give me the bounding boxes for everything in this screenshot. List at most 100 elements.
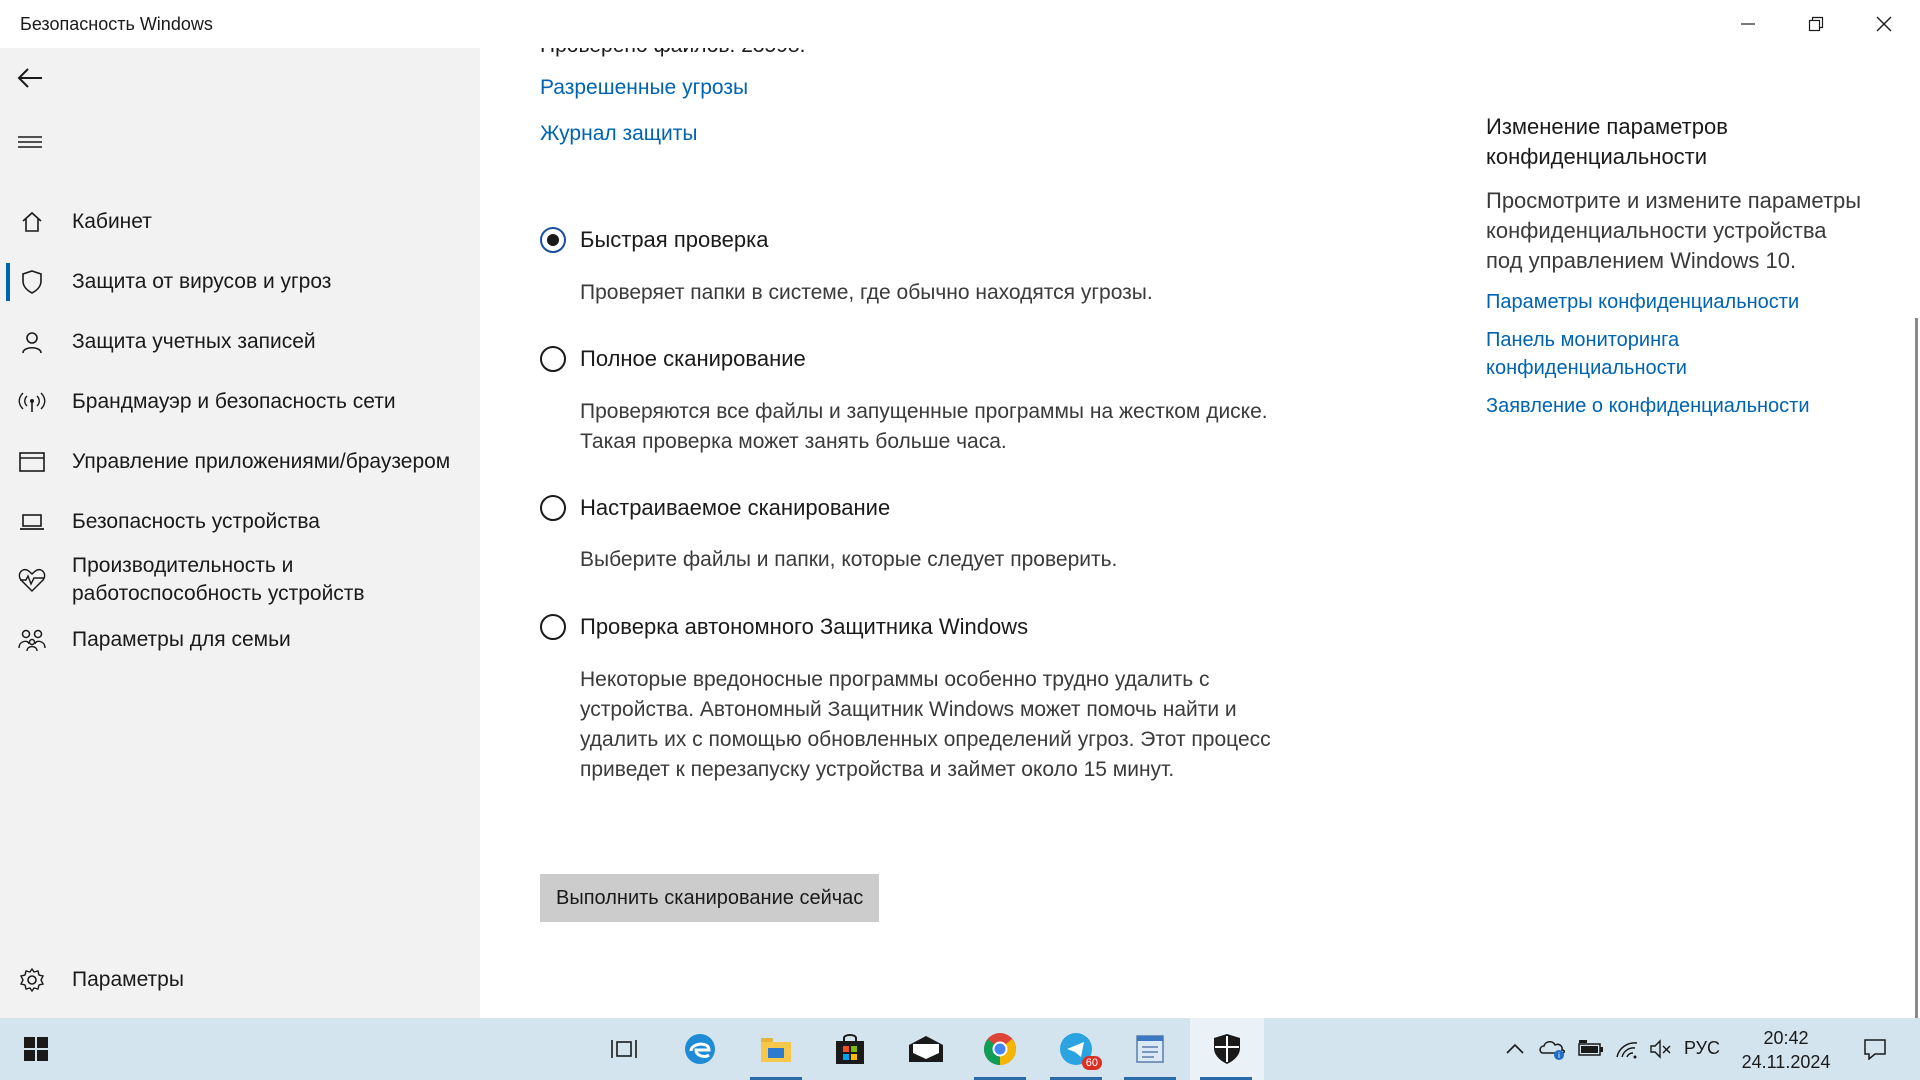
- sidebar-item-family-options[interactable]: Параметры для семьи: [0, 620, 480, 660]
- onedrive-sync-icon: i: [1539, 1041, 1565, 1060]
- custom-scan-description: Выберите файлы и папки, которые следует …: [580, 548, 1118, 571]
- sidebar-item-label: Производительность и работоспособность у…: [72, 554, 365, 605]
- sidebar-item-firewall[interactable]: Брандмауэр и безопасность сети: [0, 382, 480, 422]
- offline-scan-option[interactable]: Проверка автономного Защитника Windows: [540, 614, 1028, 640]
- sidebar-item-device-security[interactable]: Безопасность устройства: [0, 502, 480, 542]
- battery-icon: [1578, 1040, 1603, 1056]
- wifi-icon: [1616, 1042, 1638, 1059]
- taskbar-store[interactable]: [814, 1018, 886, 1080]
- store-icon: [836, 1034, 864, 1064]
- taskbar-chrome[interactable]: [964, 1018, 1036, 1080]
- minimize-icon: [1741, 23, 1755, 25]
- restore-icon: [1808, 16, 1824, 32]
- taskbar-file-explorer[interactable]: [740, 1018, 812, 1080]
- chrome-icon: [983, 1033, 1016, 1066]
- protection-history-link[interactable]: Журнал защиты: [540, 122, 698, 146]
- sidebar-item-app-browser-control[interactable]: Управление приложениями/браузером: [0, 442, 480, 482]
- minimize-button[interactable]: [1714, 0, 1782, 48]
- home-icon: [18, 208, 46, 236]
- windows-security-icon: [1214, 1034, 1240, 1064]
- telegram-unread-badge: 60: [1081, 1056, 1102, 1070]
- hamburger-icon: [18, 136, 42, 148]
- back-arrow-icon: [17, 68, 42, 88]
- battery-tray[interactable]: [1574, 1018, 1608, 1080]
- taskbar-telegram[interactable]: 60: [1040, 1018, 1112, 1080]
- sidebar-item-label: Управление приложениями/браузером: [72, 450, 451, 473]
- privacy-panel-description: Просмотрите и измените параметры конфиде…: [1486, 188, 1862, 273]
- start-button[interactable]: [0, 1018, 72, 1080]
- privacy-panel-title: Изменение параметров конфиденциальности: [1486, 114, 1728, 169]
- clock-date: 24.11.2024: [1741, 1052, 1831, 1072]
- back-button[interactable]: [10, 58, 50, 98]
- family-icon: [18, 626, 46, 654]
- privacy-dashboard-link[interactable]: Панель мониторинга конфиденциальности: [1486, 326, 1866, 382]
- custom-scan-radio[interactable]: [540, 495, 566, 521]
- volume-tray[interactable]: [1644, 1018, 1678, 1080]
- sidebar-item-device-performance[interactable]: Производительность и работоспособность у…: [0, 550, 480, 610]
- quick-scan-radio[interactable]: [540, 227, 566, 253]
- privacy-statement-link[interactable]: Заявление о конфиденциальности: [1486, 392, 1866, 420]
- sidebar-item-virus-protection[interactable]: Защита от вирусов и угроз: [0, 262, 480, 302]
- show-hidden-icons-button[interactable]: [1500, 1018, 1530, 1080]
- onedrive-tray[interactable]: i: [1536, 1018, 1570, 1080]
- restore-button[interactable]: [1782, 0, 1850, 48]
- task-view-icon: [611, 1040, 637, 1058]
- clock-time: 20:42: [1763, 1028, 1809, 1048]
- sidebar-item-label: Кабинет: [72, 210, 152, 233]
- notepad-icon: [1136, 1035, 1164, 1063]
- sidebar-item-home[interactable]: Кабинет: [0, 202, 480, 242]
- scrollbar[interactable]: [1915, 318, 1918, 1018]
- quick-scan-label: Быстрая проверка: [580, 227, 769, 252]
- scanned-files-text: Проверено файлов: 23598.: [540, 48, 805, 58]
- title-bar: Безопасность Windows: [0, 0, 1920, 48]
- file-explorer-icon: [761, 1038, 791, 1062]
- sidebar-item-label: Параметры для семьи: [72, 628, 291, 651]
- svg-text:i: i: [1558, 1051, 1560, 1060]
- taskbar-windows-security[interactable]: [1190, 1018, 1264, 1080]
- taskbar: 60 i РУС 20:42 24.11.2024: [0, 1018, 1920, 1080]
- menu-button[interactable]: [10, 122, 50, 162]
- person-icon: [18, 328, 46, 356]
- full-scan-option[interactable]: Полное сканирование: [540, 346, 806, 372]
- sidebar-item-label: Защита от вирусов и угроз: [72, 270, 332, 293]
- sidebar-item-label: Безопасность устройства: [72, 510, 320, 533]
- task-view-button[interactable]: [588, 1018, 660, 1080]
- sidebar: Кабинет Защита от вирусов и угроз Защита…: [0, 48, 480, 1018]
- sidebar-item-label: Брандмауэр и безопасность сети: [72, 390, 396, 413]
- scan-now-button[interactable]: Выполнить сканирование сейчас: [540, 874, 880, 922]
- allowed-threats-link[interactable]: Разрешенные угрозы: [540, 76, 748, 100]
- quick-scan-description: Проверяет папки в системе, где обычно на…: [580, 281, 1153, 304]
- network-tray[interactable]: [1610, 1018, 1644, 1080]
- wifi-antenna-icon: [18, 388, 46, 416]
- offline-scan-radio[interactable]: [540, 614, 566, 640]
- mail-icon: [909, 1036, 943, 1062]
- browser-window-icon: [18, 448, 46, 476]
- offline-scan-description: Некоторые вредоносные программы особенно…: [580, 668, 1271, 781]
- volume-muted-icon: [1650, 1039, 1671, 1059]
- action-center-button[interactable]: [1852, 1018, 1898, 1080]
- close-button[interactable]: [1850, 0, 1918, 48]
- custom-scan-option[interactable]: Настраиваемое сканирование: [540, 495, 890, 521]
- sidebar-item-settings[interactable]: Параметры: [0, 960, 480, 1000]
- input-language-indicator[interactable]: РУС: [1684, 1038, 1720, 1059]
- privacy-panel: Изменение параметров конфиденциальности …: [1486, 112, 1866, 420]
- sidebar-item-label: Защита учетных записей: [72, 330, 316, 353]
- clock[interactable]: 20:42 24.11.2024: [1726, 1026, 1846, 1074]
- shield-icon: [18, 268, 46, 296]
- taskbar-mail[interactable]: [890, 1018, 962, 1080]
- full-scan-radio[interactable]: [540, 346, 566, 372]
- sidebar-item-label: Параметры: [72, 968, 184, 991]
- gear-icon: [18, 966, 46, 994]
- full-scan-description: Проверяются все файлы и запущенные прогр…: [580, 400, 1268, 453]
- edge-icon: [685, 1034, 715, 1064]
- notification-icon: [1864, 1039, 1886, 1060]
- chevron-up-icon: [1506, 1043, 1524, 1054]
- laptop-icon: [18, 508, 46, 536]
- quick-scan-option[interactable]: Быстрая проверка: [540, 227, 768, 253]
- taskbar-notepad[interactable]: [1114, 1018, 1186, 1080]
- taskbar-edge[interactable]: [664, 1018, 736, 1080]
- privacy-settings-link[interactable]: Параметры конфиденциальности: [1486, 288, 1866, 316]
- start-icon: [24, 1037, 48, 1061]
- sidebar-item-account-protection[interactable]: Защита учетных записей: [0, 322, 480, 362]
- window-title: Безопасность Windows: [20, 14, 213, 34]
